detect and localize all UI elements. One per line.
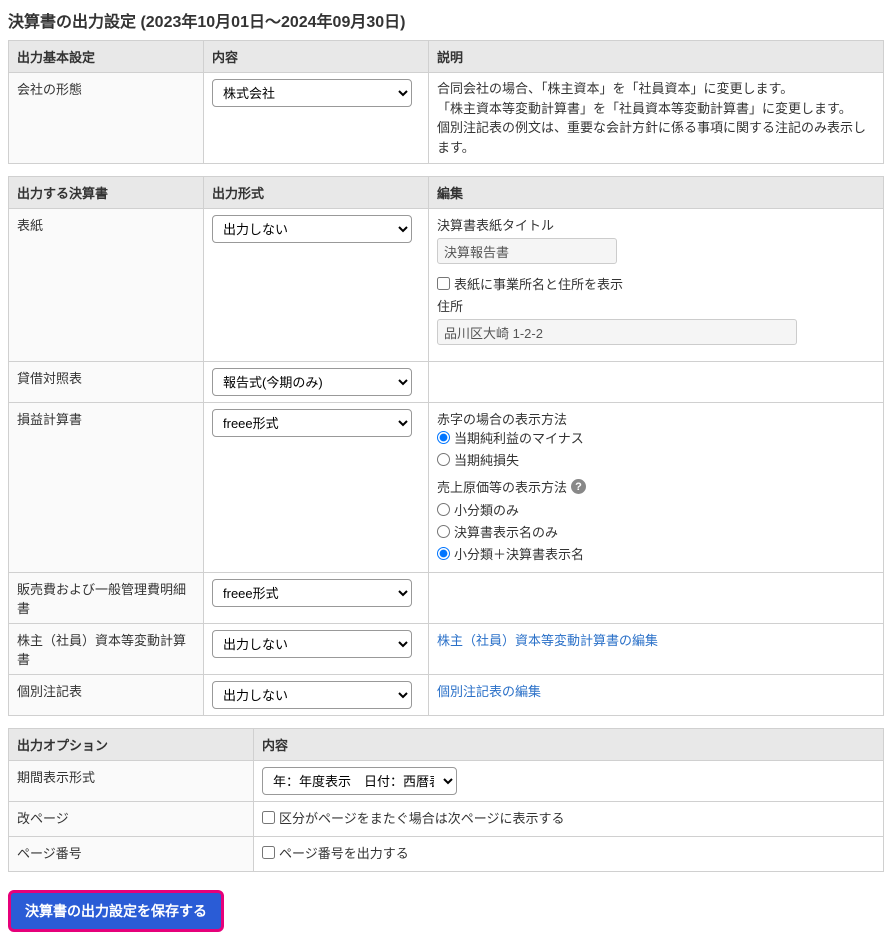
- red-label: 赤字の場合の表示方法: [437, 409, 875, 428]
- red-radio-minus[interactable]: [437, 431, 450, 444]
- red-radio-loss[interactable]: [437, 453, 450, 466]
- table-row: 会社の形態 株式会社 合同会社の場合、「株主資本」を「社員資本」に変更します。 …: [9, 73, 884, 164]
- col-option: 出力オプション: [9, 729, 254, 761]
- show-office-checkbox[interactable]: [437, 277, 450, 290]
- company-type-desc3: 個別注記表の例文は、重要な会計方針に係る事項に関する注記のみ表示します。: [437, 118, 875, 157]
- notes-select[interactable]: 出力しない: [212, 681, 412, 709]
- table-row: 表紙 出力しない 決算書表紙タイトル 表紙に事業所名と住所を表示 住所: [9, 209, 884, 362]
- red-radio-loss-label: 当期純損失: [454, 450, 519, 469]
- table-row: 期間表示形式 年：年度表示 日付：西暦表示: [9, 761, 884, 802]
- company-type-select[interactable]: 株式会社: [212, 79, 412, 107]
- cogs-label: 売上原価等の表示方法: [437, 477, 567, 496]
- cogs-radio-name[interactable]: [437, 525, 450, 538]
- col-description: 説明: [429, 41, 884, 73]
- cover-label: 表紙: [9, 209, 204, 362]
- pagenum-chk-label: ページ番号を出力する: [279, 843, 409, 862]
- table-row: 損益計算書 freee形式 赤字の場合の表示方法 当期純利益のマイナス 当期純損…: [9, 403, 884, 573]
- col-option-content: 内容: [254, 729, 884, 761]
- col-basic-setting: 出力基本設定: [9, 41, 204, 73]
- save-button[interactable]: 決算書の出力設定を保存する: [8, 890, 224, 932]
- cogs-radio-small[interactable]: [437, 503, 450, 516]
- pagebreak-chk-label: 区分がページをまたぐ場合は次ページに表示する: [279, 808, 564, 827]
- sga-select[interactable]: freee形式: [212, 579, 412, 607]
- pl-label: 損益計算書: [9, 403, 204, 573]
- company-type-desc1: 合同会社の場合、「株主資本」を「社員資本」に変更します。: [437, 79, 875, 99]
- cogs-radio-both-label: 小分類＋決算書表示名: [454, 544, 584, 563]
- basic-settings-table: 出力基本設定 内容 説明 会社の形態 株式会社 合同会社の場合、「株主資本」を「…: [8, 40, 884, 164]
- cover-title-input[interactable]: [437, 238, 617, 264]
- cogs-radio-small-label: 小分類のみ: [454, 500, 519, 519]
- notes-edit-link[interactable]: 個別注記表の編集: [437, 684, 541, 699]
- table-row: 個別注記表 出力しない 個別注記表の編集: [9, 675, 884, 716]
- equity-edit-link[interactable]: 株主（社員）資本等変動計算書の編集: [437, 633, 658, 648]
- cogs-radio-name-label: 決算書表示名のみ: [454, 522, 558, 541]
- col-content: 内容: [204, 41, 429, 73]
- options-table: 出力オプション 内容 期間表示形式 年：年度表示 日付：西暦表示 改ページ 区分…: [8, 728, 884, 872]
- equity-select[interactable]: 出力しない: [212, 630, 412, 658]
- bs-label: 貸借対照表: [9, 362, 204, 403]
- notes-label: 個別注記表: [9, 675, 204, 716]
- cover-title-label: 決算書表紙タイトル: [437, 215, 875, 234]
- table-row: 販売費および一般管理費明細書 freee形式: [9, 573, 884, 624]
- cover-select[interactable]: 出力しない: [212, 215, 412, 243]
- address-input[interactable]: [437, 319, 797, 345]
- pagenum-checkbox[interactable]: [262, 846, 275, 859]
- company-type-desc2: 「株主資本等変動計算書」を「社員資本等変動計算書」に変更します。: [437, 99, 875, 119]
- table-row: 改ページ 区分がページをまたぐ場合は次ページに表示する: [9, 802, 884, 837]
- pagebreak-label: 改ページ: [9, 802, 254, 837]
- pagebreak-checkbox[interactable]: [262, 811, 275, 824]
- bs-select[interactable]: 報告式(今期のみ): [212, 368, 412, 396]
- pl-select[interactable]: freee形式: [212, 409, 412, 437]
- equity-label: 株主（社員）資本等変動計算書: [9, 624, 204, 675]
- company-type-label: 会社の形態: [9, 73, 204, 164]
- col-format: 出力形式: [204, 177, 429, 209]
- address-label: 住所: [437, 296, 875, 315]
- col-edit: 編集: [429, 177, 884, 209]
- period-label: 期間表示形式: [9, 761, 254, 802]
- col-statement: 出力する決算書: [9, 177, 204, 209]
- help-icon[interactable]: ?: [571, 479, 586, 494]
- red-radio-minus-label: 当期純利益のマイナス: [454, 428, 584, 447]
- table-row: ページ番号 ページ番号を出力する: [9, 837, 884, 872]
- period-select[interactable]: 年：年度表示 日付：西暦表示: [262, 767, 457, 795]
- table-row: 貸借対照表 報告式(今期のみ): [9, 362, 884, 403]
- pagenum-label: ページ番号: [9, 837, 254, 872]
- cogs-radio-both[interactable]: [437, 547, 450, 560]
- sga-label: 販売費および一般管理費明細書: [9, 573, 204, 624]
- table-row: 株主（社員）資本等変動計算書 出力しない 株主（社員）資本等変動計算書の編集: [9, 624, 884, 675]
- statements-table: 出力する決算書 出力形式 編集 表紙 出力しない 決算書表紙タイトル 表紙に事業…: [8, 176, 884, 716]
- show-office-label: 表紙に事業所名と住所を表示: [454, 274, 623, 293]
- page-title: 決算書の出力設定 (2023年10月01日～2024年09月30日): [8, 8, 884, 32]
